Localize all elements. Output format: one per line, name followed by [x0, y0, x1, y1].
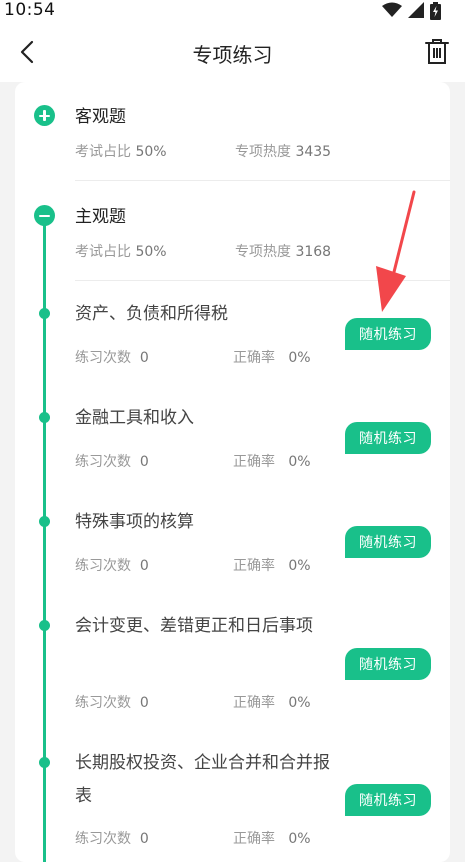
- group-heat: 专项热度 3168: [235, 244, 332, 260]
- page-title: 专项练习: [192, 43, 273, 67]
- item-title[interactable]: 资产、负债和所得税: [75, 298, 345, 331]
- minus-circle-icon[interactable]: [34, 205, 55, 226]
- item-accuracy: 正确率 0%: [233, 831, 311, 847]
- timeline-dot: [39, 308, 50, 319]
- group-heat: 专项热度 3435: [235, 144, 332, 160]
- item-count: 练习次数 0: [75, 831, 149, 847]
- item-accuracy: 正确率 0%: [233, 558, 311, 574]
- item-count: 练习次数 0: [75, 350, 149, 366]
- signal-icon: [408, 2, 424, 18]
- random-practice-button[interactable]: 随机练习: [345, 526, 431, 558]
- item-count: 练习次数 0: [75, 454, 149, 470]
- item-title[interactable]: 长期股权投资、企业合并和合并报表: [75, 747, 345, 813]
- status-icons: [382, 2, 441, 20]
- random-practice-button[interactable]: 随机练习: [345, 648, 431, 680]
- item-title[interactable]: 特殊事项的核算: [75, 506, 345, 539]
- item-accuracy: 正确率 0%: [233, 454, 311, 470]
- status-bar: 10:54: [0, 0, 465, 22]
- item-accuracy: 正确率 0%: [233, 350, 311, 366]
- random-practice-button[interactable]: 随机练习: [345, 784, 431, 816]
- item-title[interactable]: 会计变更、差错更正和日后事项: [75, 610, 345, 643]
- item-accuracy: 正确率 0%: [233, 695, 311, 711]
- group-ratio: 考试占比 50%: [75, 144, 167, 160]
- group-title[interactable]: 客观题: [75, 102, 126, 127]
- trash-icon: [425, 39, 449, 64]
- group-ratio: 考试占比 50%: [75, 244, 167, 260]
- status-time: 10:54: [4, 0, 56, 20]
- item-count: 练习次数 0: [75, 695, 149, 711]
- wifi-icon: [382, 2, 402, 17]
- divider: [75, 180, 450, 181]
- random-practice-button[interactable]: 随机练习: [345, 318, 431, 350]
- group-title[interactable]: 主观题: [75, 202, 126, 227]
- timeline-dot: [39, 412, 50, 423]
- timeline-dot: [39, 620, 50, 631]
- plus-circle-icon[interactable]: [34, 105, 55, 126]
- annotation-arrow-icon: [376, 190, 416, 312]
- battery-icon: [430, 2, 441, 20]
- random-practice-button[interactable]: 随机练习: [345, 422, 431, 454]
- item-count: 练习次数 0: [75, 558, 149, 574]
- nav-bar: 专项练习: [0, 22, 465, 82]
- item-title[interactable]: 金融工具和收入: [75, 402, 345, 435]
- timeline-dot: [39, 516, 50, 527]
- timeline-dot: [39, 757, 50, 768]
- delete-button[interactable]: [421, 36, 453, 68]
